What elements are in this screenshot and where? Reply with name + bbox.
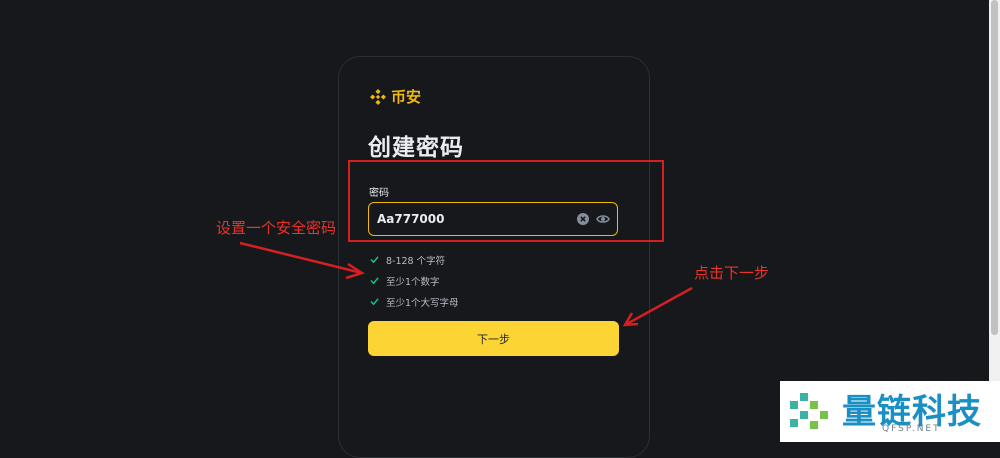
watermark-logo-icon bbox=[790, 393, 828, 429]
watermark-subtitle: QFSP.NET bbox=[882, 424, 941, 434]
arrow-icon bbox=[239, 241, 693, 327]
scrollbar-thumb[interactable] bbox=[991, 0, 998, 335]
